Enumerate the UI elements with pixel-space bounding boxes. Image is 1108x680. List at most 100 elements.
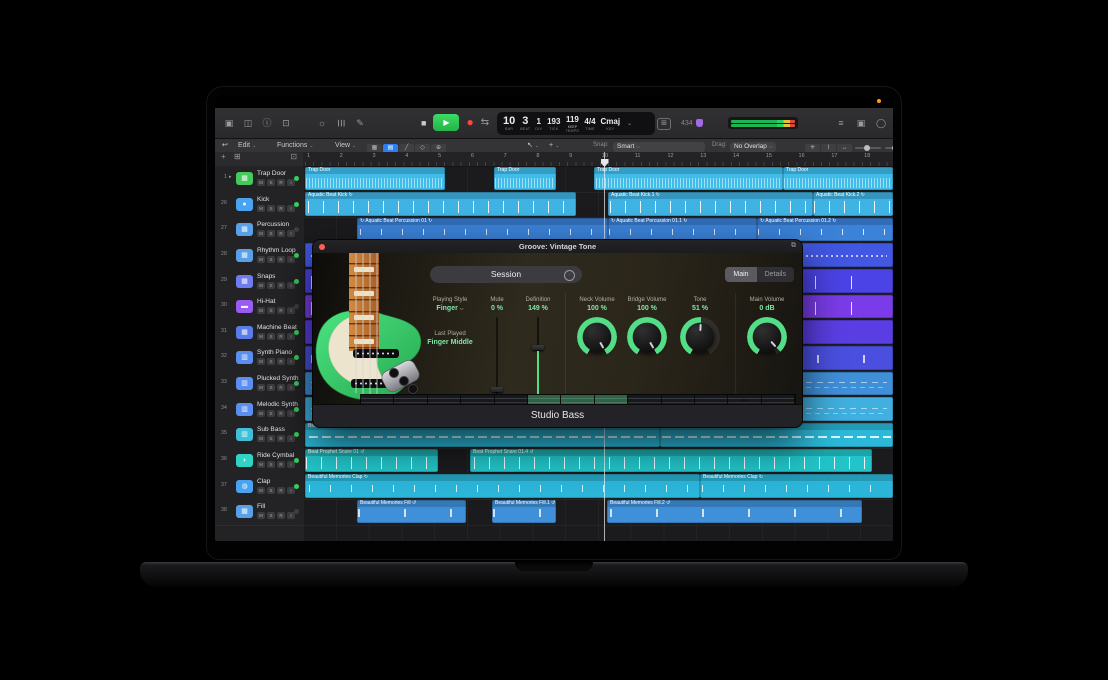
loop-browser-icon[interactable]: ◯: [873, 115, 889, 131]
main-volume-knob[interactable]: [751, 321, 783, 353]
lcd-tempo[interactable]: 119KEEPTEMPO: [565, 114, 579, 134]
track-header-trap-door[interactable]: 1▸▦Trap DoorMSRI: [215, 166, 303, 193]
mute-button[interactable]: M: [257, 410, 265, 417]
region--aquatic-beat-percussion-01-[interactable]: ↻ Aquatic Beat Percussion 01 ↻: [357, 218, 608, 242]
cycle-button[interactable]: ⇆: [481, 117, 489, 128]
bar-ruler[interactable]: 12345678910111213141516171819: [303, 152, 893, 167]
mute-button[interactable]: M: [257, 358, 265, 365]
region-trap-door[interactable]: Trap Door: [494, 167, 556, 191]
solo-button[interactable]: S: [267, 358, 275, 365]
solo-button[interactable]: S: [267, 179, 275, 186]
solo-button[interactable]: S: [267, 487, 275, 494]
record-button[interactable]: ●: [466, 114, 473, 131]
record-enable-button[interactable]: R: [277, 435, 285, 442]
preset-selector[interactable]: Session ◦: [430, 266, 582, 283]
mute-slider[interactable]: [496, 317, 498, 397]
note-pad-icon[interactable]: ▣: [853, 115, 869, 131]
region--aquatic-beat-percussion-01.2-[interactable]: ↻ Aquatic Beat Percussion 01.2 ↻: [757, 218, 893, 242]
region-beautiful-memories-clap-[interactable]: Beautiful Memories Clap ↻: [700, 474, 893, 498]
track-header-clap[interactable]: 37◍ClapMSRI: [215, 474, 303, 501]
region-trap-door[interactable]: Trap Door: [594, 167, 783, 191]
region-beautiful-memories-fill.1-[interactable]: Beautiful Memories Fill.1 ↺: [492, 500, 556, 524]
track-header-synth-piano[interactable]: 32▥Synth PianoMSRI: [215, 345, 303, 372]
tab-main[interactable]: Main: [725, 267, 756, 282]
lcd-display[interactable]: 10BAR 3BEAT 1DIV 193TICK 119KEEPTEMPO 4/…: [497, 112, 655, 135]
library-icon[interactable]: ▣: [221, 115, 237, 131]
record-enable-button[interactable]: R: [277, 307, 285, 314]
track-header-fill[interactable]: 38▦FillMSRI: [215, 499, 303, 526]
slider-thumb[interactable]: [491, 387, 503, 392]
region-beautiful-memories-fill.2-[interactable]: Beautiful Memories Fill.2 ↺: [607, 500, 862, 524]
display-mode-icon[interactable]: ⊞: [657, 118, 671, 130]
input-monitor-button[interactable]: I: [287, 358, 295, 365]
solo-button[interactable]: S: [267, 205, 275, 212]
record-enable-button[interactable]: R: [277, 358, 285, 365]
record-enable-button[interactable]: R: [277, 230, 285, 237]
view-menu[interactable]: View⌄: [335, 139, 356, 153]
play-button[interactable]: ▶: [433, 114, 459, 131]
solo-button[interactable]: S: [267, 435, 275, 442]
solo-button[interactable]: S: [267, 307, 275, 314]
record-enable-button[interactable]: R: [277, 333, 285, 340]
solo-button[interactable]: S: [267, 230, 275, 237]
stop-button[interactable]: ■: [421, 118, 426, 128]
region-aquatic-beat-kick.1-[interactable]: Aquatic Beat Kick.1 ↻: [608, 192, 813, 216]
track-header-sub-bass[interactable]: 35▥Sub BassMSRI: [215, 422, 303, 449]
preset-menu-icon[interactable]: ◦: [564, 270, 575, 281]
pointer-tool-menu[interactable]: ↖⌄: [527, 139, 539, 153]
plugin-window[interactable]: Groove: Vintage Tone ⧉: [313, 240, 802, 427]
editors-icon[interactable]: ✎: [352, 115, 368, 131]
mute-button[interactable]: M: [257, 307, 265, 314]
solo-button[interactable]: S: [267, 282, 275, 289]
record-enable-button[interactable]: R: [277, 410, 285, 417]
track-header-plucked-synth[interactable]: 33▥Plucked SynthMSRI: [215, 371, 303, 398]
header-panel-icon[interactable]: ⊡: [290, 152, 297, 161]
record-enable-button[interactable]: R: [277, 487, 285, 494]
link-window-icon[interactable]: ⧉: [791, 242, 796, 250]
track-header-machine-beat[interactable]: 31▦Machine BeatMSRI: [215, 320, 303, 347]
region-trap-door[interactable]: Trap Door: [783, 167, 893, 191]
mute-button[interactable]: M: [257, 487, 265, 494]
track-header-kick[interactable]: 26●KickMSRI: [215, 192, 303, 219]
region-aquatic-beat-kick-[interactable]: Aquatic Beat Kick ↻: [305, 192, 576, 216]
region-beautiful-memories-clap-[interactable]: Beautiful Memories Clap ↻: [305, 474, 700, 498]
lcd-key[interactable]: CmajKEY: [601, 116, 621, 132]
record-enable-button[interactable]: R: [277, 282, 285, 289]
mute-button[interactable]: M: [257, 256, 265, 263]
mute-button[interactable]: M: [257, 179, 265, 186]
region-trap-door[interactable]: Trap Door: [305, 167, 445, 191]
tab-details[interactable]: Details: [757, 267, 794, 282]
record-enable-button[interactable]: R: [277, 512, 285, 519]
record-enable-button[interactable]: R: [277, 461, 285, 468]
list-editors-icon[interactable]: ≡: [833, 115, 849, 131]
mute-button[interactable]: M: [257, 384, 265, 391]
record-enable-button[interactable]: R: [277, 205, 285, 212]
mute-button[interactable]: M: [257, 461, 265, 468]
mute-button[interactable]: M: [257, 230, 265, 237]
solo-button[interactable]: S: [267, 512, 275, 519]
mute-button[interactable]: M: [257, 435, 265, 442]
solo-button[interactable]: S: [267, 410, 275, 417]
quick-help-icon[interactable]: ⓘ: [259, 115, 275, 131]
add-track-button[interactable]: +: [221, 152, 226, 161]
region-beat-prophet-snare-01-[interactable]: Beat Prophet Snare 01 ↺: [305, 449, 438, 473]
region-aquatic-beat-kick.2-[interactable]: Aquatic Beat Kick.2 ↻: [813, 192, 893, 216]
track-header-rhythm-loop[interactable]: 28▦Rhythm LoopMSRI: [215, 243, 303, 270]
mute-button[interactable]: M: [257, 512, 265, 519]
duplicate-track-button[interactable]: ⊞: [234, 152, 241, 161]
record-enable-button[interactable]: R: [277, 384, 285, 391]
track-header-percussion[interactable]: 27▦PercussionMSRI: [215, 217, 303, 244]
record-enable-button[interactable]: R: [277, 256, 285, 263]
edit-menu[interactable]: Edit⌄: [238, 139, 256, 153]
region-beat-prophet-snare-01.4-[interactable]: Beat Prophet Snare 01.4 ↺: [470, 449, 872, 473]
region-beautiful-memories-fill-[interactable]: Beautiful Memories Fill ↺: [357, 500, 466, 524]
lcd-beat[interactable]: 3BEAT: [520, 116, 530, 132]
lcd-bar[interactable]: 10BAR: [503, 116, 515, 132]
lcd-chevron-icon[interactable]: ⌄: [627, 120, 632, 127]
neck-volume-knob[interactable]: [581, 321, 613, 353]
alert-icon[interactable]: [696, 119, 703, 127]
back-icon[interactable]: ↩: [222, 139, 228, 152]
mute-button[interactable]: M: [257, 205, 265, 212]
command-tool-menu[interactable]: +⌄: [549, 139, 559, 153]
mute-button[interactable]: M: [257, 333, 265, 340]
